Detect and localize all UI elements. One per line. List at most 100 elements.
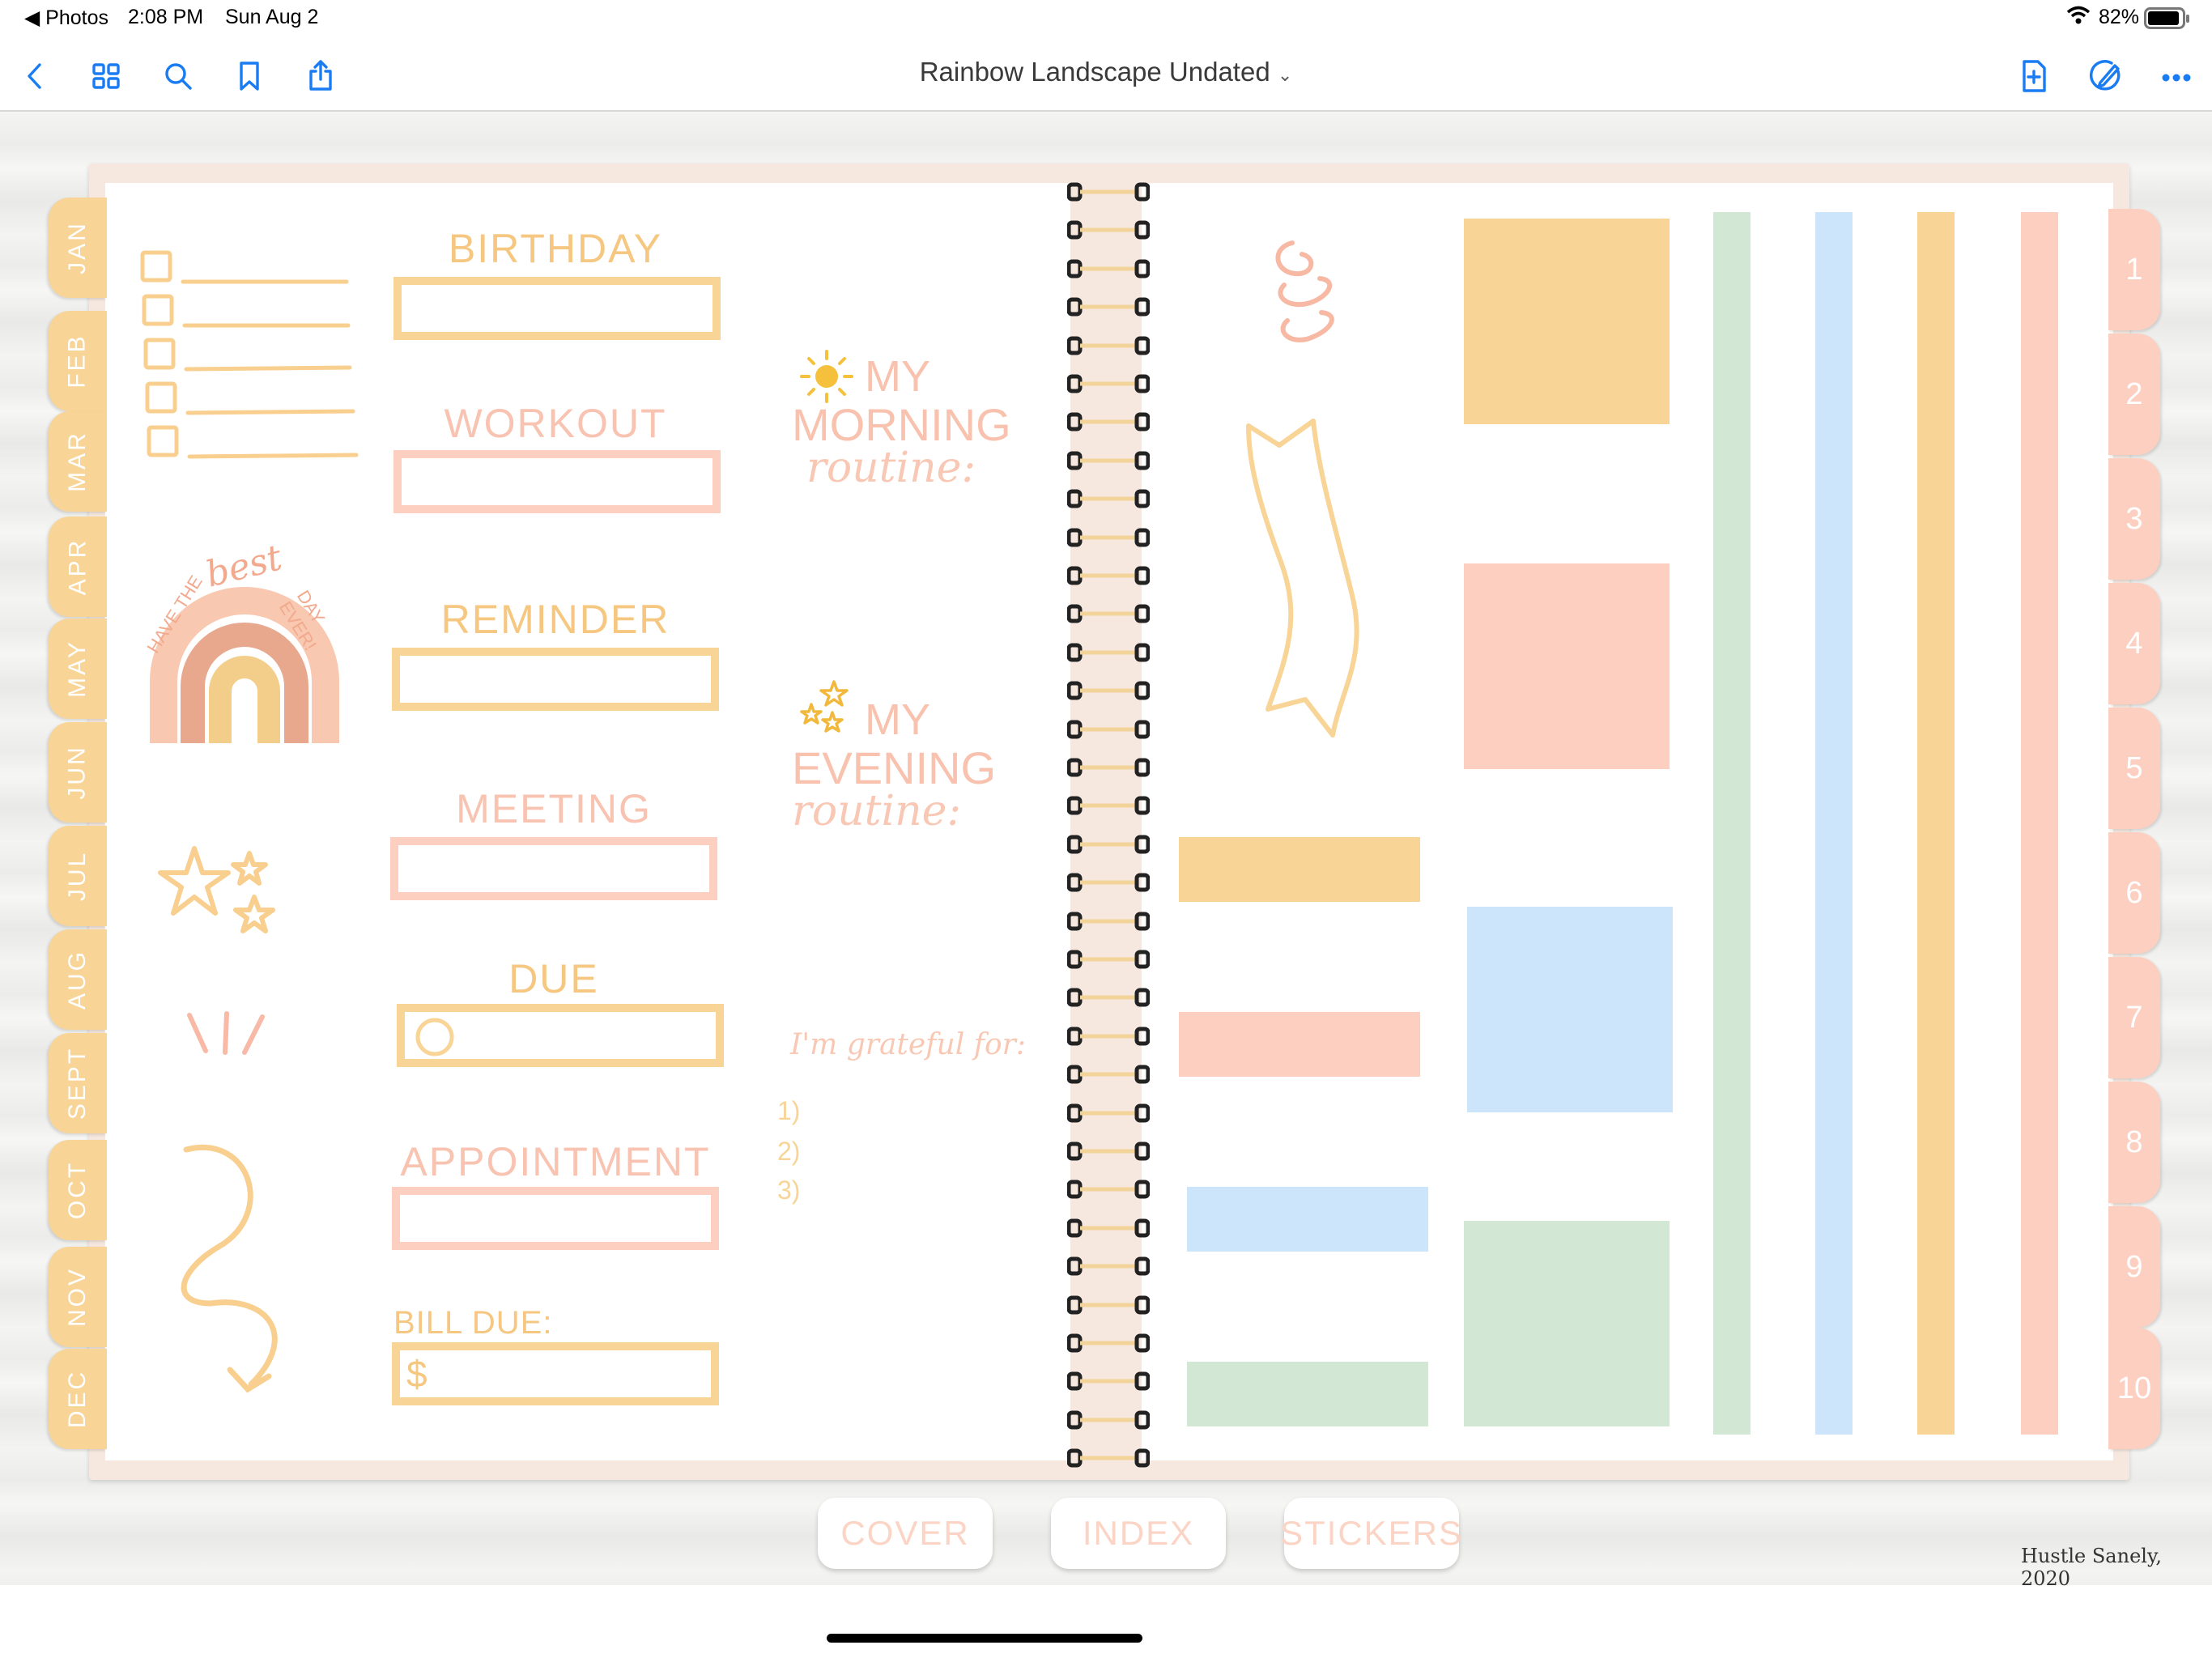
- cover-button[interactable]: COVER: [818, 1498, 993, 1569]
- tab-5[interactable]: 5: [2108, 708, 2160, 829]
- reminder-label: REMINDER: [440, 597, 670, 642]
- stars-icon: [800, 680, 849, 733]
- spiral-ring: [1067, 374, 1150, 393]
- burst-sticker[interactable]: [181, 1009, 270, 1057]
- yellow-tape-sticker[interactable]: [1179, 837, 1420, 902]
- tab-jul[interactable]: JUL: [49, 826, 107, 926]
- evening-routine-sticker[interactable]: MY EVENING routine:: [790, 680, 1001, 842]
- banner-ribbon-sticker[interactable]: [1244, 416, 1365, 740]
- spiral-ring: [1067, 220, 1150, 240]
- battery-icon: [2144, 7, 2191, 36]
- spiral-ring: [1067, 451, 1150, 470]
- morning-routine-sticker[interactable]: MY MORNING routine:: [790, 340, 1011, 502]
- meeting-box[interactable]: [390, 837, 717, 900]
- tab-2[interactable]: 2: [2108, 334, 2160, 455]
- reminder-box[interactable]: [392, 648, 719, 711]
- spiral-ring: [1067, 1027, 1150, 1046]
- tab-mar[interactable]: MAR: [49, 411, 107, 512]
- tab-dec[interactable]: DEC: [49, 1349, 107, 1449]
- birthday-box[interactable]: [393, 277, 721, 340]
- tab-may[interactable]: MAY: [49, 619, 107, 719]
- peach-tape-sticker[interactable]: [1179, 1012, 1420, 1077]
- tab-sept[interactable]: SEPT: [49, 1033, 107, 1133]
- grateful-item-2: 2): [777, 1137, 801, 1166]
- toolbar: Rainbow Landscape Undated ⌄: [0, 40, 2212, 112]
- appointment-box[interactable]: [392, 1187, 719, 1250]
- spiral-ring: [1067, 681, 1150, 700]
- grateful-item-3: 3): [777, 1175, 801, 1205]
- meeting-label: MEETING: [456, 786, 652, 831]
- spiral-ring: [1067, 758, 1150, 777]
- evening-routine-script: routine:: [792, 787, 961, 835]
- stickers-button[interactable]: STICKERS: [1280, 1498, 1461, 1569]
- spiral-ring: [1067, 835, 1150, 854]
- tab-apr[interactable]: APR: [49, 517, 107, 617]
- status-time: 2:08 PM: [128, 6, 204, 28]
- green-strip-sticker[interactable]: [1713, 212, 1750, 1435]
- evening-my: MY: [865, 695, 930, 744]
- spiral-ring: [1067, 1333, 1150, 1353]
- tab-6[interactable]: 6: [2108, 832, 2160, 954]
- blue-strip-sticker[interactable]: [1815, 212, 1853, 1435]
- peach-square-sticker[interactable]: [1464, 563, 1670, 769]
- tab-8[interactable]: 8: [2108, 1082, 2160, 1203]
- appointment-label: APPOINTMENT: [400, 1139, 711, 1184]
- spiral-ring: [1067, 796, 1150, 815]
- credit-text: Hustle Sanely, 2020: [2021, 1545, 2162, 1590]
- tab-9[interactable]: 9: [2108, 1206, 2160, 1328]
- spiral-ring: [1067, 1371, 1150, 1391]
- spiral-ring: [1067, 604, 1150, 623]
- yellow-strip-sticker[interactable]: [1917, 212, 1955, 1435]
- tab-jan[interactable]: JAN: [49, 198, 107, 298]
- add-page-icon[interactable]: [2013, 55, 2055, 97]
- morning-my: MY: [865, 352, 930, 401]
- tab-aug[interactable]: AUG: [49, 929, 107, 1030]
- tab-4[interactable]: 4: [2108, 583, 2160, 704]
- spiral-ring: [1067, 528, 1150, 547]
- tab-3[interactable]: 3: [2108, 458, 2160, 580]
- spiral-ring: [1067, 412, 1150, 432]
- spiral-ring: [1067, 182, 1150, 202]
- spiral-binding: [1061, 170, 1156, 1473]
- peach-strip-sticker[interactable]: [2021, 212, 2058, 1435]
- tab-10[interactable]: 10: [2108, 1328, 2160, 1449]
- swirl-sticker[interactable]: [1268, 240, 1346, 350]
- tab-1[interactable]: 1: [2108, 209, 2160, 330]
- due-label: DUE: [508, 956, 599, 1001]
- battery-percent: 82%: [2099, 6, 2140, 28]
- rainbow-sticker[interactable]: HAVE THE best DAY EVER!: [134, 537, 353, 750]
- checklist-sticker[interactable]: [136, 248, 363, 461]
- spiral-ring: [1067, 1180, 1150, 1199]
- spiral-ring: [1067, 1218, 1150, 1238]
- tab-7[interactable]: 7: [2108, 957, 2160, 1078]
- spiral-ring: [1067, 988, 1150, 1007]
- tab-oct[interactable]: OCT: [49, 1140, 107, 1240]
- spiral-ring: [1067, 489, 1150, 508]
- tab-nov[interactable]: NOV: [49, 1247, 107, 1347]
- spiral-ring: [1067, 1295, 1150, 1315]
- tab-jun[interactable]: JUN: [49, 722, 107, 823]
- markup-icon[interactable]: [2084, 55, 2126, 97]
- spiral-ring: [1067, 912, 1150, 931]
- spiral-ring: [1067, 297, 1150, 317]
- grateful-sticker[interactable]: I'm grateful for: 1) 2) 3): [774, 1020, 1026, 1214]
- stars-sticker[interactable]: [155, 842, 285, 947]
- arrow-sticker[interactable]: [162, 1141, 300, 1401]
- spiral-ring: [1067, 1448, 1150, 1468]
- blue-square-sticker[interactable]: [1467, 907, 1673, 1112]
- tab-feb[interactable]: FEB: [49, 311, 107, 411]
- home-indicator[interactable]: [827, 1634, 1142, 1643]
- spiral-ring: [1067, 336, 1150, 355]
- due-box[interactable]: [397, 1004, 724, 1067]
- workout-box[interactable]: [393, 450, 721, 513]
- document-title[interactable]: Rainbow Landscape Undated ⌄: [0, 57, 2212, 87]
- green-tape-sticker[interactable]: [1187, 1362, 1428, 1426]
- blue-tape-sticker[interactable]: [1187, 1187, 1428, 1252]
- index-button[interactable]: INDEX: [1051, 1498, 1226, 1569]
- spiral-ring: [1067, 1065, 1150, 1084]
- bill-due-box[interactable]: $: [392, 1342, 719, 1405]
- more-icon[interactable]: [2155, 55, 2197, 97]
- yellow-square-sticker[interactable]: [1464, 219, 1670, 424]
- back-to-photos[interactable]: ◀ Photos: [24, 6, 108, 30]
- green-square-sticker[interactable]: [1464, 1221, 1670, 1426]
